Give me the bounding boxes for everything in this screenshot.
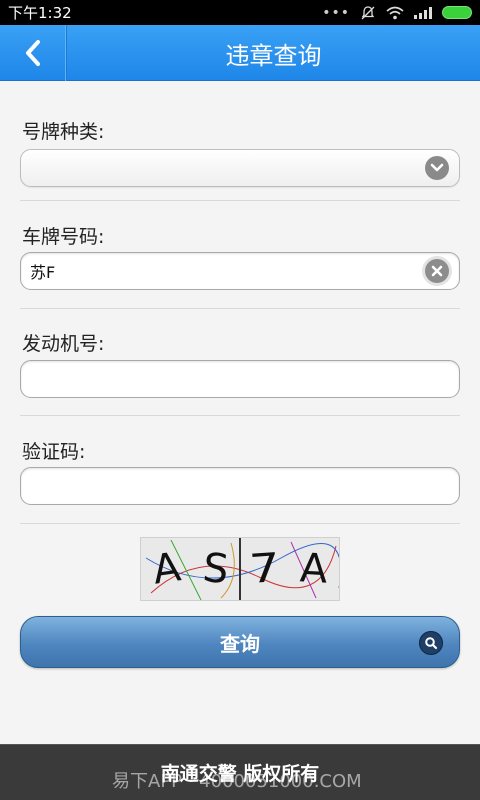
plate-type-select[interactable] (20, 149, 460, 187)
overflow-dots-icon: ••• (322, 4, 350, 21)
engine-number-field[interactable] (20, 360, 460, 398)
wifi-icon (386, 6, 404, 19)
engine-number-input[interactable] (21, 361, 411, 397)
mute-notification-icon (361, 5, 375, 19)
plate-number-field[interactable] (20, 252, 460, 290)
plate-type-label: 号牌种类: (22, 121, 105, 143)
plate-number-label: 车牌号码: (22, 226, 105, 248)
search-icon (419, 631, 443, 655)
captcha-char: 7 (247, 544, 282, 594)
captcha-separator (239, 538, 241, 600)
divider (20, 308, 460, 309)
copyright-text: 南通交警 版权所有 (160, 763, 320, 785)
clear-icon[interactable] (425, 259, 449, 283)
captcha-char: A (298, 545, 329, 593)
divider (20, 523, 460, 524)
verify-code-input[interactable] (21, 468, 411, 504)
query-button-label: 查询 (220, 631, 260, 656)
divider (20, 415, 460, 416)
query-button[interactable]: 查询 (20, 616, 460, 668)
captcha-image[interactable]: A S 7 A (140, 537, 340, 601)
status-bar: 下午1:32 ••• (0, 0, 480, 25)
verify-code-field[interactable] (20, 467, 460, 505)
captcha-char: A (149, 544, 183, 594)
app-header: 违章查询 (0, 25, 480, 81)
verify-code-label: 验证码: (22, 441, 86, 463)
back-button[interactable] (0, 25, 67, 81)
page-title: 违章查询 (225, 41, 322, 70)
plate-type-value[interactable] (21, 150, 411, 186)
divider (20, 200, 460, 201)
chevron-down-icon[interactable] (425, 156, 449, 180)
plate-number-input[interactable] (21, 253, 411, 289)
footer: 易下APP · 4000051000.COM 南通交警 版权所有 (0, 744, 480, 800)
engine-number-label: 发动机号: (22, 333, 105, 355)
status-icons: ••• (322, 5, 472, 21)
battery-icon (442, 6, 472, 19)
status-time: 下午1:32 (8, 4, 72, 22)
signal-icon (414, 6, 432, 19)
captcha-char: S (200, 544, 231, 594)
chevron-left-icon (26, 40, 40, 66)
